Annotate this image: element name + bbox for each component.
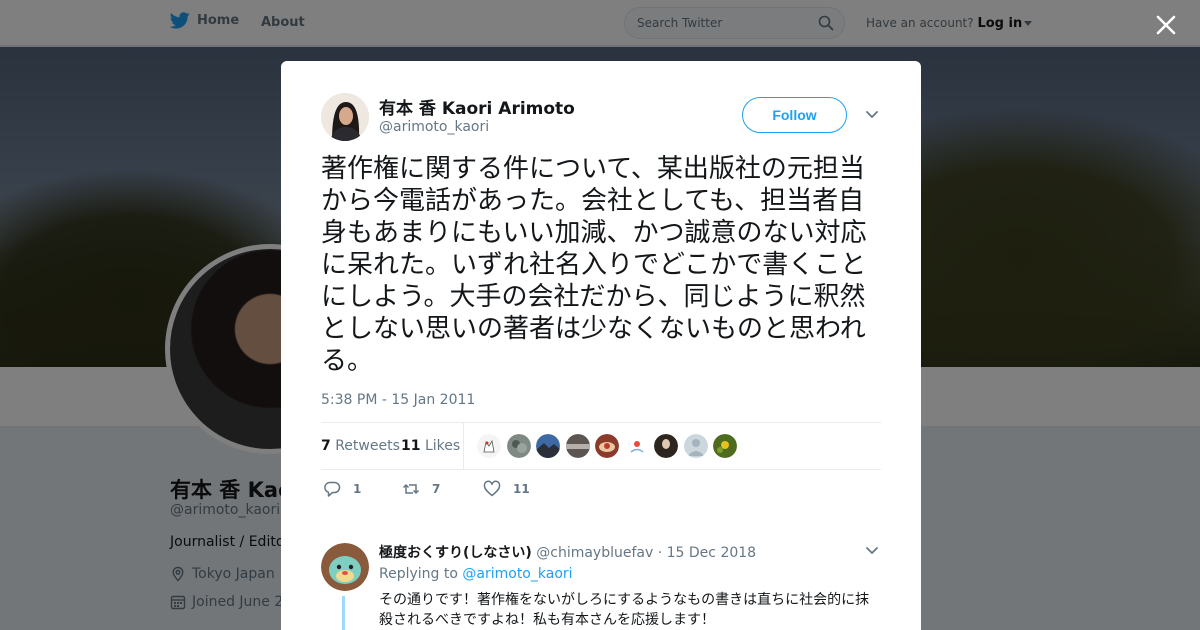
author-name[interactable]: 有本 香 Kaori Arimoto	[379, 94, 575, 119]
likes-label: Likes	[424, 438, 461, 454]
replying-prefix: Replying to	[379, 566, 458, 582]
like-count: 11	[513, 482, 530, 496]
reply-avatar-image	[321, 543, 369, 591]
retweets-label: Retweets	[335, 438, 400, 454]
tweet-actions: 1 7 11	[321, 480, 881, 504]
retweets-count: 7	[321, 438, 331, 454]
author-handle[interactable]: @arimoto_kaori	[379, 119, 489, 135]
retweet-button[interactable]: 7	[402, 480, 440, 498]
liker-avatar[interactable]	[683, 434, 708, 458]
reply-text: その通りです！著作権をないがしろにするようなもの書きは直ちに社会的に抹殺されるべ…	[379, 592, 870, 628]
close-icon[interactable]	[1155, 14, 1177, 36]
tweet-stats: 7 Retweets 11 Likes	[321, 422, 881, 470]
retweets-stat[interactable]: 7 Retweets	[321, 438, 400, 454]
reply-date[interactable]: 15 Dec 2018	[667, 545, 756, 561]
liker-avatar[interactable]	[624, 434, 649, 458]
tweet-timestamp[interactable]: 5:38 PM - 15 Jan 2011	[321, 392, 475, 408]
heart-icon	[483, 480, 501, 497]
liker-avatar[interactable]	[477, 434, 501, 458]
liker-avatar[interactable]	[595, 434, 619, 458]
thread-line	[342, 596, 345, 630]
reply-separator	[281, 516, 921, 526]
chevron-down-icon[interactable]	[865, 109, 879, 121]
liker-avatar[interactable]	[506, 434, 531, 458]
replying-to: Replying to @arimoto_kaori	[379, 566, 573, 582]
reply-button[interactable]: 1	[323, 480, 361, 498]
liker-avatar[interactable]	[713, 434, 737, 458]
reply-avatar[interactable]	[321, 543, 369, 591]
reply-author-name[interactable]: 極度おくすり(しなさい)	[379, 545, 532, 561]
stats-divider	[463, 423, 464, 469]
likes-count: 11	[401, 438, 421, 454]
author-avatar-image	[321, 93, 369, 141]
liker-avatar[interactable]	[654, 434, 678, 458]
like-button[interactable]: 11	[483, 480, 530, 498]
reply-icon	[324, 481, 341, 497]
reply-count: 1	[353, 482, 362, 496]
replying-to-link[interactable]: @arimoto_kaori	[462, 566, 572, 582]
liker-avatar[interactable]	[536, 434, 560, 458]
author-avatar[interactable]	[321, 93, 369, 141]
likers-list	[477, 434, 737, 458]
likes-stat[interactable]: 11 Likes	[401, 438, 460, 454]
tweet-text: 著作権に関する件について、某出版社の元担当から今電話があった。会社としても、担当…	[321, 154, 867, 376]
reply-header: 極度おくすり(しなさい) @chimaybluefav · 15 Dec 201…	[379, 542, 756, 562]
retweet-count: 7	[432, 482, 441, 496]
liker-avatar[interactable]	[565, 434, 590, 458]
chevron-down-icon[interactable]	[865, 545, 879, 557]
tweet-modal: 有本 香 Kaori Arimoto @arimoto_kaori Follow…	[281, 61, 921, 630]
follow-button[interactable]: Follow	[742, 97, 847, 133]
reply-dot: ·	[657, 545, 663, 561]
retweet-icon	[402, 483, 420, 495]
reply-author-handle[interactable]: @chimaybluefav	[536, 545, 653, 561]
